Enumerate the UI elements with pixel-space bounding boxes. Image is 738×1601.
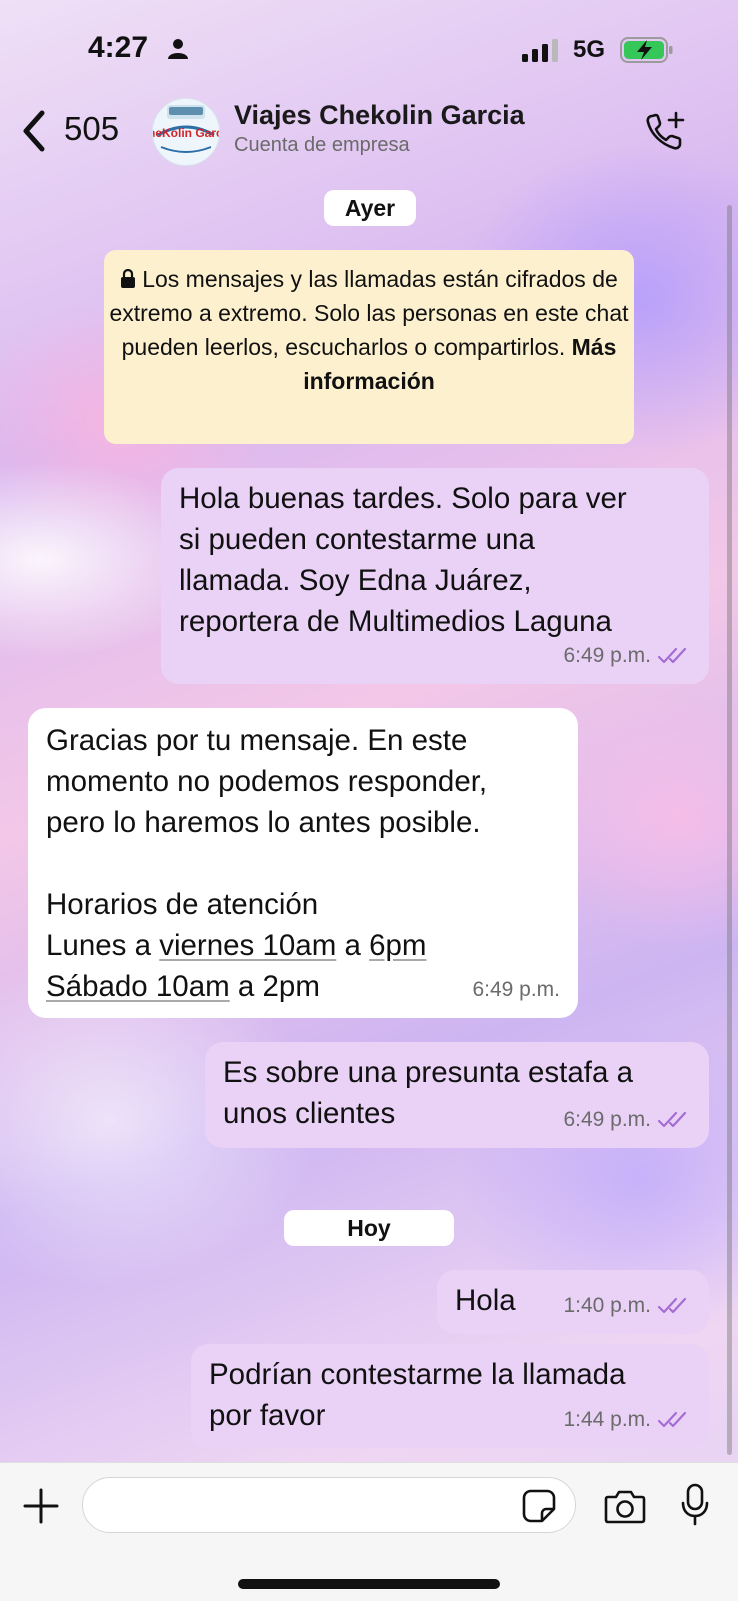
logo-text: CheKolin Garcia	[153, 126, 219, 140]
message-line: llamada. Soy Edna Juárez,	[179, 564, 532, 597]
date-chip-yesterday: Ayer	[324, 190, 416, 226]
status-bar: 4:27 5G	[0, 0, 738, 96]
signal-icon	[522, 39, 558, 62]
message-outgoing[interactable]: Hola buenas tardes. Solo para ver si pue…	[161, 468, 709, 684]
message-line: Horarios de atención	[46, 888, 319, 921]
read-ticks-icon	[657, 648, 687, 664]
read-ticks-icon	[657, 1298, 687, 1314]
message-line: momento no podemos responder,	[46, 765, 488, 798]
message-time: 1:40 p.m.	[563, 1294, 651, 1317]
date-chip-today: Hoy	[284, 1210, 454, 1246]
hours-text: Lunes a	[46, 929, 160, 962]
message-outgoing[interactable]: Podrían contestarme la llamada por favor…	[191, 1344, 709, 1448]
message-input[interactable]	[82, 1477, 576, 1533]
back-unread-count[interactable]: 505	[64, 110, 119, 148]
read-ticks-icon	[657, 1112, 687, 1128]
hours-link-close-time[interactable]: 6pm	[369, 929, 426, 962]
composer-bar	[0, 1462, 738, 1601]
message-line: si pueden contestarme una	[179, 523, 535, 556]
message-meta: 6:49 p.m.	[563, 1099, 691, 1140]
hours-link-weekday-time[interactable]: viernes 10am	[159, 929, 336, 962]
home-indicator[interactable]	[238, 1579, 500, 1589]
back-chevron-icon[interactable]	[20, 108, 48, 154]
message-outgoing[interactable]: Hola 1:40 p.m.	[437, 1270, 709, 1334]
message-time: 6:49 p.m.	[472, 978, 560, 1001]
microphone-icon[interactable]	[680, 1483, 710, 1527]
hours-link-saturday[interactable]: Sábado 10am	[46, 970, 230, 1003]
message-line: Hola buenas tardes. Solo para ver	[179, 482, 627, 515]
read-ticks-icon	[657, 1412, 687, 1428]
message-meta: 1:44 p.m.	[563, 1399, 691, 1440]
message-incoming[interactable]: Gracias por tu mensaje. En este momento …	[28, 708, 578, 1018]
chat-scrollbar[interactable]	[727, 205, 732, 1455]
message-line: Podrían contestarme la llamada	[209, 1358, 626, 1391]
message-meta: 6:49 p.m.	[472, 969, 560, 1010]
encryption-notice-text: Los mensajes y las llamadas están cifrad…	[109, 266, 629, 360]
add-call-icon[interactable]	[644, 110, 686, 152]
chat-subtitle: Cuenta de empresa	[234, 134, 410, 156]
lock-icon	[121, 268, 136, 288]
hours-text: a	[336, 929, 370, 962]
charging-battery-icon	[620, 37, 673, 63]
business-logo: CheKolin Garcia	[153, 105, 219, 153]
avatar[interactable]: CheKolin Garcia	[152, 98, 220, 166]
message-meta: 1:40 p.m.	[563, 1285, 691, 1326]
chat-header: 505 CheKolin Garcia Viajes Chekolin Garc…	[0, 96, 738, 168]
message-line: Es sobre una presunta estafa a	[223, 1056, 633, 1089]
person-icon	[168, 39, 188, 59]
status-time: 4:27	[88, 31, 149, 64]
message-line: Gracias por tu mensaje. En este	[46, 724, 468, 757]
camera-icon[interactable]	[604, 1487, 646, 1525]
message-line: pero lo haremos lo antes posible.	[46, 806, 481, 839]
network-type: 5G	[573, 36, 606, 63]
message-time: 6:49 p.m.	[563, 1108, 651, 1131]
message-time: 1:44 p.m.	[563, 1408, 651, 1431]
encryption-notice[interactable]: Los mensajes y las llamadas están cifrad…	[104, 250, 634, 444]
message-meta: 6:49 p.m.	[563, 635, 691, 676]
message-outgoing[interactable]: Es sobre una presunta estafa a unos clie…	[205, 1042, 709, 1148]
hours-weekdays: Lunes a viernes 10am a 6pm	[46, 925, 560, 966]
hours-text: a 2pm	[229, 970, 320, 1003]
message-time: 6:49 p.m.	[563, 644, 651, 667]
chat-title[interactable]: Viajes Chekolin Garcia	[234, 100, 525, 131]
sticker-icon[interactable]	[522, 1489, 556, 1523]
plus-icon[interactable]	[22, 1487, 60, 1525]
